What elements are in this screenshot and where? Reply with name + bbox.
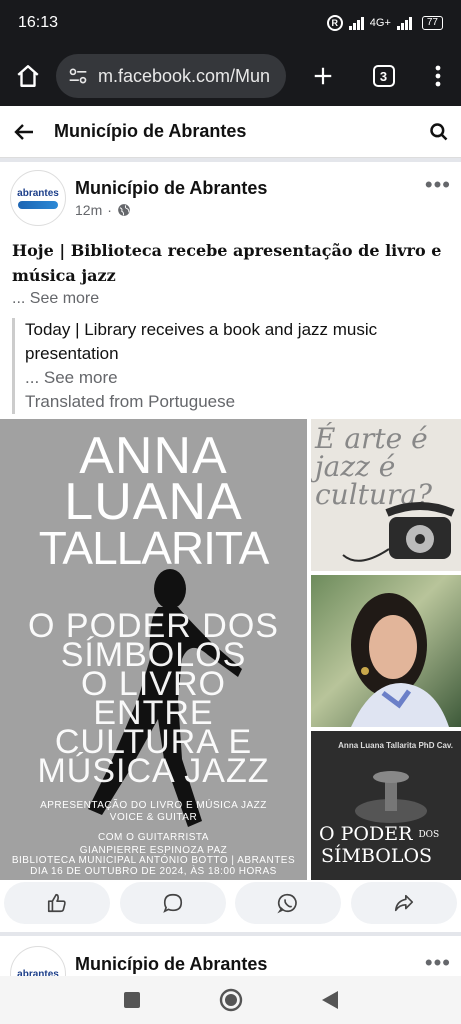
search-icon[interactable] — [429, 122, 449, 142]
site-settings-icon[interactable] — [68, 66, 88, 86]
poster-name-line: LUANA — [64, 473, 243, 531]
post-headline: Hoje | Biblioteca recebe apresentação de… — [12, 241, 442, 285]
avatar-text: abrantes — [17, 187, 59, 199]
status-time: 16:13 — [18, 14, 59, 31]
translation-text: Today | Library receives a book and jazz… — [25, 320, 378, 363]
woman-portrait — [351, 593, 449, 727]
poster-image[interactable]: ANNA LUANA TALLARITA O PODER DOS SÍMBOLO… — [0, 419, 307, 880]
url-bar[interactable]: m.facebook.com/Mun — [56, 54, 286, 98]
thumbnail-telephone[interactable]: É arte é jazz é cultura? — [311, 419, 461, 571]
poster-info-line: VOICE & GUITAR — [109, 812, 198, 823]
globe-icon — [118, 204, 130, 216]
post-author[interactable]: Município de Abrantes — [66, 946, 425, 975]
translated-from-link[interactable]: Translated from Portuguese — [25, 390, 461, 414]
telephone-illustration — [342, 502, 455, 562]
avatar-logo-wave — [18, 200, 58, 209]
next-post: abrantes Município de Abrantes ••• — [0, 936, 461, 976]
comment-icon — [162, 893, 182, 913]
thumbnail-title-1a: O PODER — [319, 823, 413, 845]
translation-block: Today | Library receives a book and jazz… — [12, 318, 461, 414]
thumbnail-title-1b: DOS — [418, 830, 440, 840]
translation-see-more-link[interactable]: ... See more — [25, 366, 461, 390]
poster-info-line: COM O GUITARRISTA — [98, 832, 209, 843]
browser-toolbar: m.facebook.com/Mun 3 — [0, 46, 461, 106]
more-icon[interactable]: ••• — [425, 950, 451, 976]
nav-recents-icon[interactable] — [123, 991, 141, 1009]
signal-icon-2 — [396, 16, 412, 30]
like-icon — [47, 893, 66, 913]
tabs-icon[interactable]: 3 — [372, 65, 395, 87]
thumbnail-title-2: SÍMBOLOS — [321, 845, 433, 867]
home-button[interactable] — [0, 63, 56, 89]
share-button[interactable] — [350, 882, 457, 924]
back-arrow-icon[interactable] — [12, 120, 36, 144]
plus-icon[interactable] — [312, 65, 334, 87]
poster-info-line: APRESENTAÇÃO DO LIVRO E MÚSICA JAZZ — [40, 800, 267, 811]
menu-icon[interactable] — [434, 65, 442, 87]
system-nav-bar — [0, 976, 461, 1024]
post-time[interactable]: 12m — [75, 202, 102, 218]
avatar[interactable]: abrantes — [10, 170, 66, 226]
see-more-link[interactable]: ... See more — [12, 288, 449, 310]
whatsapp-icon — [277, 893, 298, 914]
avatar[interactable]: abrantes — [10, 946, 66, 976]
whatsapp-button[interactable] — [235, 882, 342, 924]
url-text: m.facebook.com/Mun — [98, 65, 271, 86]
thumbnail-book-cover[interactable]: Anna Luana Tallarita PhD Cav. O PODER DO… — [311, 731, 461, 880]
meta-dot: · — [107, 202, 112, 218]
thumbnail-portrait[interactable] — [311, 575, 461, 727]
nav-home-icon[interactable] — [219, 988, 243, 1012]
post-actions — [0, 882, 461, 930]
status-bar: 16:13 R 4G+ 77 — [0, 0, 461, 46]
comment-button[interactable] — [119, 882, 226, 924]
page-title: Município de Abrantes — [54, 121, 247, 141]
fountain-illustration — [355, 771, 427, 823]
home-icon — [17, 65, 39, 87]
poster-title-line: MÚSICA JAZZ — [37, 752, 270, 790]
share-icon — [394, 894, 414, 912]
thumbnail-author: Anna Luana Tallarita PhD Cav. — [338, 741, 453, 750]
post: abrantes Município de Abrantes 12m · •••… — [0, 162, 461, 414]
poster-info-line: DIA 16 DE OUTUBRO DE 2024, ÀS 18:00 HORA… — [30, 866, 277, 877]
signal-icon — [348, 16, 364, 30]
battery-icon: 77 — [421, 16, 443, 30]
page-header: Município de Abrantes — [0, 106, 461, 158]
post-author[interactable]: Município de Abrantes — [75, 178, 425, 199]
photo-grid: ANNA LUANA TALLARITA O PODER DOS SÍMBOLO… — [0, 419, 461, 880]
network-label: 4G+ — [369, 17, 391, 29]
like-button[interactable] — [4, 882, 110, 924]
avatar-text: abrantes — [17, 968, 59, 977]
nav-back-icon[interactable] — [321, 990, 339, 1010]
more-icon[interactable]: ••• — [425, 172, 451, 198]
r-badge-icon: R — [326, 15, 343, 31]
thumbnail-title-1: O PODER DOS — [319, 823, 439, 845]
